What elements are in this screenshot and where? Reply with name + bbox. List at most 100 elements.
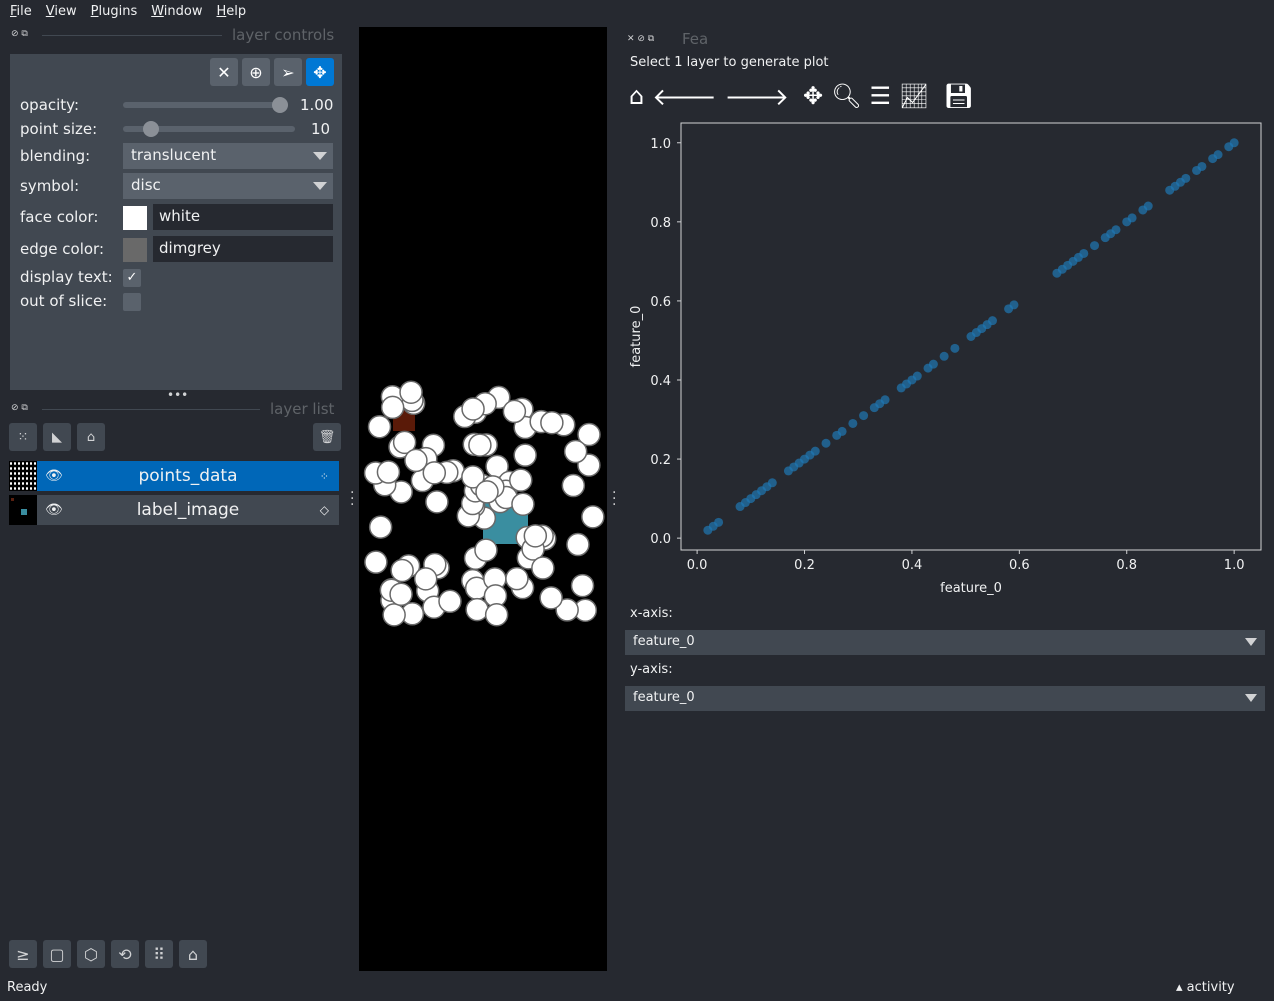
points-icon: ⁙ <box>17 429 29 445</box>
activity-button[interactable]: ▴ activity <box>1176 980 1235 995</box>
x-tick-label: 0.4 <box>902 558 923 573</box>
point-marker <box>413 567 438 591</box>
point-size-slider[interactable] <box>123 121 295 137</box>
home-icon: ⌂ <box>187 944 199 964</box>
edit-axis-icon[interactable]: 📈︎ <box>899 82 929 111</box>
face-color-input[interactable]: white <box>153 204 333 230</box>
layer-list-title: layer list <box>270 400 335 418</box>
splitter-handle[interactable]: · · · <box>612 486 616 512</box>
delete-selected-points-button[interactable]: ✕ <box>210 58 238 86</box>
scatter-point <box>1229 138 1239 148</box>
layer-controls-title: layer controls <box>232 26 335 44</box>
point-marker <box>531 556 555 580</box>
eye-icon[interactable]: 👁 <box>45 468 63 484</box>
point-marker <box>465 597 489 622</box>
point-marker <box>509 468 533 492</box>
add-points-button[interactable]: ⊕ <box>242 58 270 86</box>
symbol-value: disc <box>131 176 161 194</box>
slider-handle[interactable] <box>143 121 160 137</box>
console-button[interactable]: ≥ <box>9 940 37 968</box>
menu-window[interactable]: Window <box>151 4 202 19</box>
x-axis-dropdown[interactable]: feature_0 <box>625 630 1265 655</box>
y-axis-dropdown[interactable]: feature_0 <box>625 686 1265 711</box>
grid-icon: ⠿ <box>153 944 165 964</box>
display-text-checkbox[interactable]: ✓ <box>123 269 141 287</box>
edge-color-swatch[interactable] <box>123 238 147 262</box>
ndisplay-button[interactable]: ▢ <box>43 940 71 968</box>
chevron-up-icon: ▴ <box>1176 980 1187 995</box>
y-axis-title: feature_0 <box>629 306 644 368</box>
terminal-icon: ≥ <box>16 944 30 964</box>
point-marker <box>484 602 509 627</box>
point-marker <box>502 399 527 424</box>
new-points-layer-button[interactable]: ⁙ <box>9 423 37 451</box>
splitter-handle[interactable]: ••• <box>167 388 188 402</box>
opacity-label: opacity: <box>20 96 80 114</box>
divider <box>42 35 222 36</box>
menu-plugins[interactable]: Plugins <box>91 4 138 19</box>
point-marker <box>404 448 428 473</box>
float-icon[interactable]: ⊘ ⧉ <box>11 29 28 39</box>
configure-subplots-icon[interactable]: ☰ <box>870 82 892 111</box>
dock-close-icon[interactable]: ✕ ⊘ ⧉ <box>627 34 654 44</box>
plot-message: Select 1 layer to generate plot <box>630 55 829 70</box>
eye-icon[interactable]: 👁 <box>45 502 63 518</box>
blending-label: blending: <box>20 147 91 165</box>
roll-dims-button[interactable]: ⬡ <box>77 940 105 968</box>
menu-help[interactable]: Help <box>217 4 247 19</box>
label-icon: ◇ <box>319 503 329 517</box>
home-button[interactable]: ⌂ <box>179 940 207 968</box>
new-shapes-layer-button[interactable]: ◣ <box>43 423 71 451</box>
point-marker <box>563 439 588 464</box>
menu-file[interactable]: File <box>10 4 32 19</box>
symbol-label: symbol: <box>20 177 80 195</box>
symbol-dropdown[interactable]: disc <box>123 173 333 199</box>
scatter-point <box>1090 241 1100 251</box>
blending-dropdown[interactable]: translucent <box>123 143 333 169</box>
new-labels-layer-button[interactable]: ⌂ <box>77 423 105 451</box>
scatter-point <box>928 359 938 369</box>
menu-view[interactable]: View <box>46 4 77 19</box>
scatter-point <box>1213 150 1223 160</box>
zoom-icon[interactable]: 🔍︎ <box>831 82 861 111</box>
point-marker <box>474 538 498 562</box>
trash-icon: 🗑 <box>318 429 336 445</box>
y-tick-label: 0.8 <box>650 216 671 231</box>
arrow-right-icon[interactable]: 🡒 <box>725 82 789 111</box>
viewer-canvas[interactable] <box>359 27 607 971</box>
slider-handle[interactable] <box>272 97 288 113</box>
grid-button[interactable]: ⠿ <box>145 940 173 968</box>
scatter-point <box>810 446 820 456</box>
face-color-label: face color: <box>20 208 99 226</box>
x-axis-label: x-axis: <box>630 606 673 621</box>
splitter-handle[interactable]: · · · <box>350 486 354 512</box>
scatter-point <box>939 351 949 361</box>
cube-icon: ⬡ <box>84 944 98 964</box>
point-marker <box>513 443 537 467</box>
layer-item-label-image[interactable]: 👁 label_image ◇ <box>37 495 339 525</box>
point-marker <box>389 582 413 607</box>
x-tick-label: 0.6 <box>1009 558 1030 573</box>
select-points-button[interactable]: ➢ <box>274 58 302 86</box>
y-tick-label: 1.0 <box>650 137 671 152</box>
plot-dock-title: Fea <box>682 30 709 48</box>
edge-color-input[interactable]: dimgrey <box>153 236 333 262</box>
float-icon[interactable]: ⊘ ⧉ <box>11 403 28 413</box>
scatter-plot[interactable]: 0.0 0.2 0.4 0.6 0.8 1.0 0.0 0.2 0.4 0.6 0.8 1.0 feat… <box>620 115 1270 605</box>
y-axis-value: feature_0 <box>633 690 695 705</box>
delete-layer-button[interactable]: 🗑 <box>313 423 341 451</box>
scatter-point <box>848 418 858 428</box>
layer-item-points-data[interactable]: 👁 points_data ⁘ <box>37 461 339 491</box>
transpose-button[interactable]: ⟲ <box>111 940 139 968</box>
pan-icon[interactable]: ✥ <box>803 82 823 111</box>
save-icon[interactable]: 💾︎ <box>944 82 974 111</box>
y-tick-label: 0.4 <box>650 374 671 389</box>
arrow-left-icon[interactable]: 🡐 <box>652 82 716 111</box>
opacity-slider[interactable] <box>123 97 288 113</box>
point-marker <box>367 415 392 439</box>
pan-zoom-button[interactable]: ✥ <box>306 58 334 86</box>
out-of-slice-checkbox[interactable] <box>123 293 141 311</box>
home-icon[interactable]: ⌂ <box>629 82 644 111</box>
scatter-point <box>821 438 831 448</box>
face-color-swatch[interactable] <box>123 206 147 230</box>
